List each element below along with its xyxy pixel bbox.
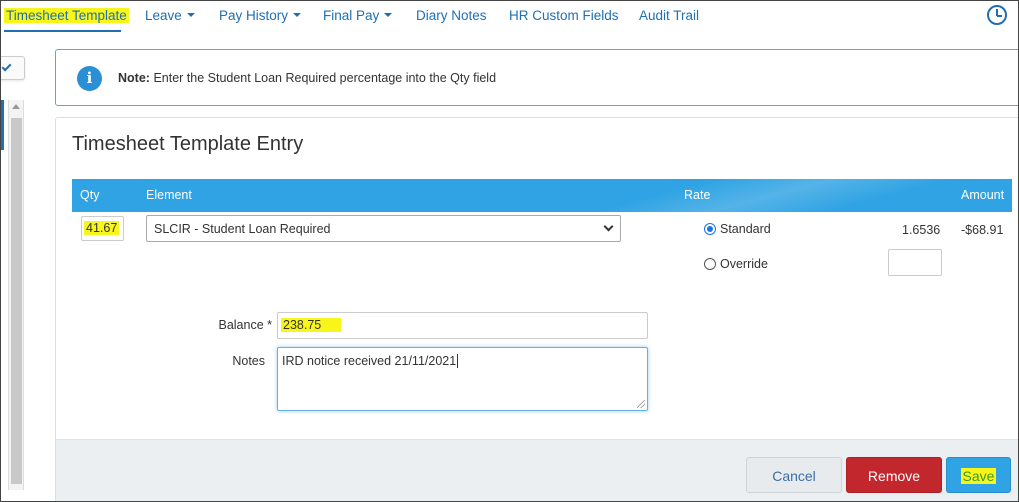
balance-input[interactable]: 238.75 (277, 312, 648, 339)
notes-label: Notes (232, 354, 265, 368)
active-tab-indicator (4, 30, 121, 32)
resize-grip-icon[interactable] (637, 400, 645, 408)
amount-value: -$68.91 (961, 223, 1004, 237)
nav-tab-pay-history[interactable]: Pay History (219, 8, 302, 23)
note-text: Note: Enter the Student Loan Required pe… (118, 71, 496, 85)
sidebar-active-marker (0, 100, 4, 150)
remove-button[interactable]: Remove (846, 457, 942, 493)
top-nav: Timesheet Template Leave Pay History Fin… (0, 0, 1019, 36)
rate-override-label: Override (720, 257, 768, 271)
nav-tab-diary-notes[interactable]: Diary Notes (416, 8, 487, 23)
nav-tab-label: Pay History (219, 8, 289, 23)
balance-value: 238.75 (281, 318, 342, 332)
nav-tab-label: Timesheet Template (4, 8, 129, 23)
note-message: Enter the Student Loan Required percenta… (153, 71, 497, 85)
nav-tab-audit-trail[interactable]: Audit Trail (639, 8, 699, 23)
panel-title: Timesheet Template Entry (72, 133, 304, 155)
column-header-qty: Qty (80, 188, 100, 202)
notes-value: IRD notice received 21/11/2021 (282, 354, 459, 368)
balance-label: Balance * (218, 318, 272, 332)
note-banner: i Note: Enter the Student Loan Required … (55, 49, 1019, 106)
info-icon: i (77, 66, 102, 91)
nav-tab-hr-custom-fields[interactable]: HR Custom Fields (509, 8, 619, 23)
nav-tab-label: Final Pay (323, 8, 380, 23)
qty-input[interactable]: 41.67 (81, 216, 124, 241)
standard-rate-value: 1.6536 (902, 223, 941, 237)
check-icon (1, 61, 12, 72)
chevron-down-icon (603, 221, 614, 232)
element-select[interactable]: SLCIR - Student Loan Required (146, 215, 621, 242)
column-header-rate: Rate (684, 188, 711, 202)
save-button-label: Save (960, 468, 997, 484)
qty-value: 41.67 (84, 221, 120, 235)
note-prefix: Note: (118, 71, 150, 85)
rate-standard-radio[interactable] (704, 223, 716, 235)
cancel-button[interactable]: Cancel (746, 457, 842, 493)
save-button[interactable]: Save (946, 457, 1011, 493)
notes-textarea[interactable]: IRD notice received 21/11/2021 (277, 347, 648, 411)
caret-down-icon (384, 13, 393, 18)
scrollbar-thumb[interactable] (11, 118, 22, 484)
override-rate-input[interactable] (888, 249, 942, 276)
caret-down-icon (186, 13, 195, 18)
panel-footer: Cancel Remove Save (56, 439, 1019, 502)
nav-tab-label: Audit Trail (639, 8, 700, 23)
sidebar-scrollbar[interactable] (8, 100, 24, 490)
sidebar-toggle-button[interactable] (0, 56, 25, 80)
column-header-element: Element (146, 188, 192, 202)
nav-tab-timesheet-template[interactable]: Timesheet Template (4, 8, 129, 23)
nav-tab-label: HR Custom Fields (509, 8, 619, 23)
element-select-value: SLCIR - Student Loan Required (154, 222, 331, 236)
nav-tab-label: Leave (145, 8, 182, 23)
caret-down-icon (293, 13, 302, 18)
timesheet-entry-panel: Timesheet Template Entry Qty Element Rat… (55, 117, 1019, 502)
nav-tab-leave[interactable]: Leave (145, 8, 195, 23)
clock-icon[interactable] (987, 5, 1007, 25)
rate-standard-label: Standard (720, 222, 771, 236)
scroll-up-icon[interactable] (12, 104, 20, 109)
column-header-amount: Amount (961, 188, 1005, 202)
rate-override-radio[interactable] (704, 258, 716, 270)
nav-tab-final-pay[interactable]: Final Pay (323, 8, 393, 23)
nav-tab-label: Diary Notes (416, 8, 487, 23)
table-header: Qty Element Rate Amount (72, 179, 1012, 212)
